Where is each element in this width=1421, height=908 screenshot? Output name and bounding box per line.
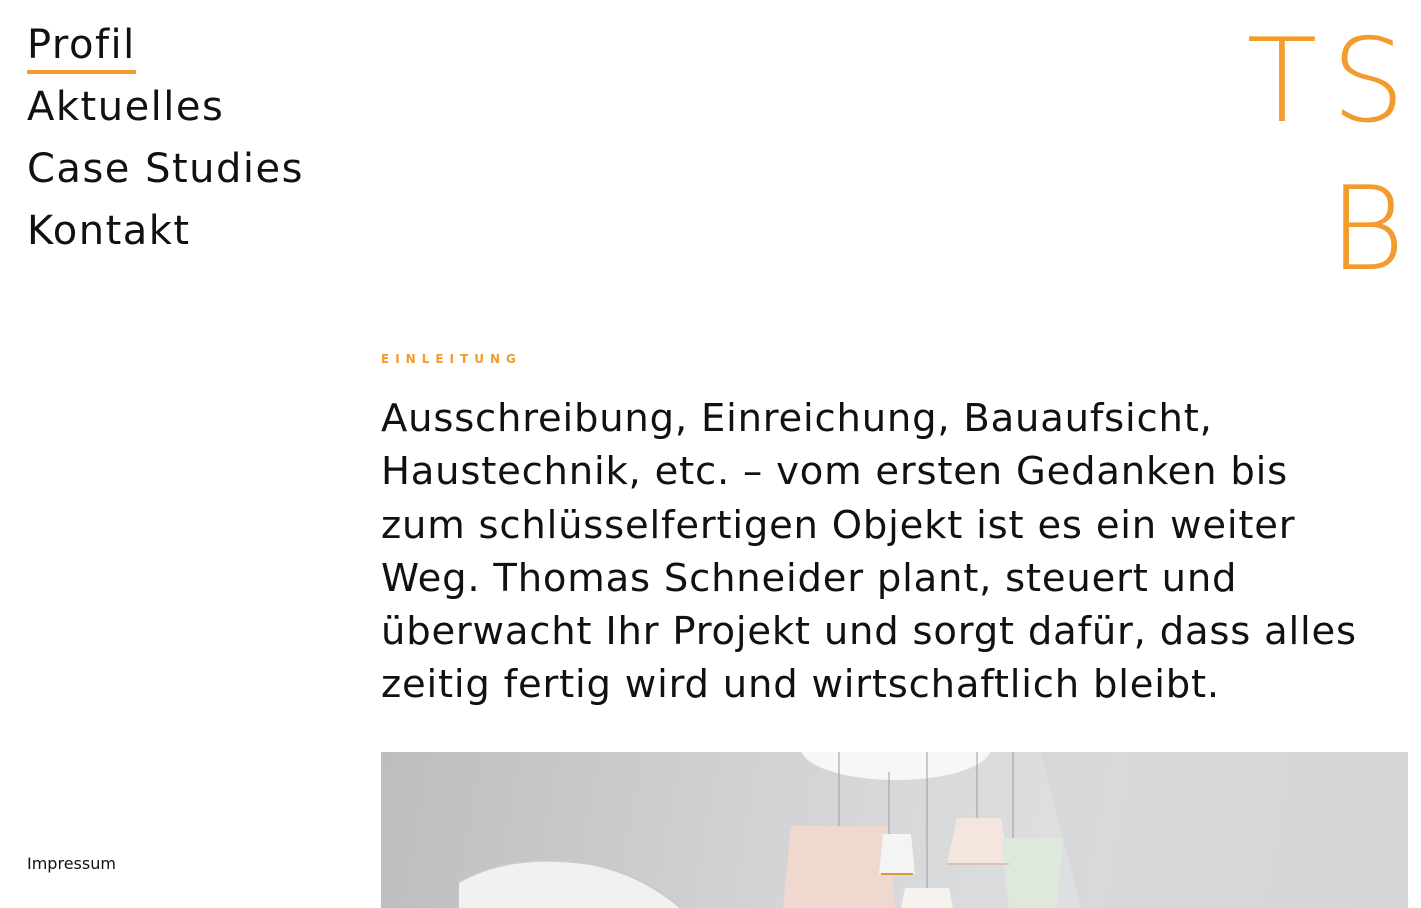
intro-text: Ausschreibung, Einreichung, Bauaufsicht,…	[381, 392, 1411, 712]
nav-item-label: Kontakt	[27, 208, 191, 254]
nav-item-label: Aktuelles	[27, 84, 225, 130]
intro-line: überwacht Ihr Projekt und sorgt dafür, d…	[381, 609, 1357, 655]
nav-item-profil[interactable]: Profil	[27, 14, 304, 76]
wall-shade	[1041, 752, 1408, 908]
lamp-shade	[901, 888, 953, 908]
nav-item-aktuelles[interactable]: Aktuelles	[27, 76, 304, 138]
nav-item-label: Case Studies	[27, 146, 304, 192]
logo-line-1: TS	[1246, 14, 1419, 149]
lamp-shade	[879, 834, 915, 874]
impressum-link[interactable]: Impressum	[27, 854, 116, 873]
nav-item-label: Profil	[27, 20, 136, 74]
main-nav: Profil Aktuelles Case Studies Kontakt	[27, 14, 304, 262]
lamp-shade	[947, 818, 1009, 864]
intro-line: zeitig fertig wird und wirtschaftlich bl…	[381, 662, 1220, 708]
nav-item-kontakt[interactable]: Kontakt	[27, 200, 304, 262]
hero-image	[381, 752, 1408, 908]
intro-line: Haustechnik, etc. – vom ersten Gedanken …	[381, 449, 1289, 495]
logo-line-2: B	[1329, 162, 1419, 297]
site-logo[interactable]: TS B	[1247, 8, 1406, 304]
intro-line: zum schlüsselfertigen Objekt ist es ein …	[381, 502, 1296, 548]
nav-item-case-studies[interactable]: Case Studies	[27, 138, 304, 200]
intro-line: Ausschreibung, Einreichung, Bauaufsicht,	[381, 396, 1213, 441]
hero-image-illustration	[458, 752, 1408, 908]
lamp-shade	[783, 826, 895, 908]
lamp-shade	[1001, 838, 1063, 908]
intro-line: Weg. Thomas Schneider plant, steuert und	[381, 555, 1238, 601]
ceiling-opening	[801, 752, 991, 780]
section-label: EINLEITUNG	[381, 352, 522, 366]
